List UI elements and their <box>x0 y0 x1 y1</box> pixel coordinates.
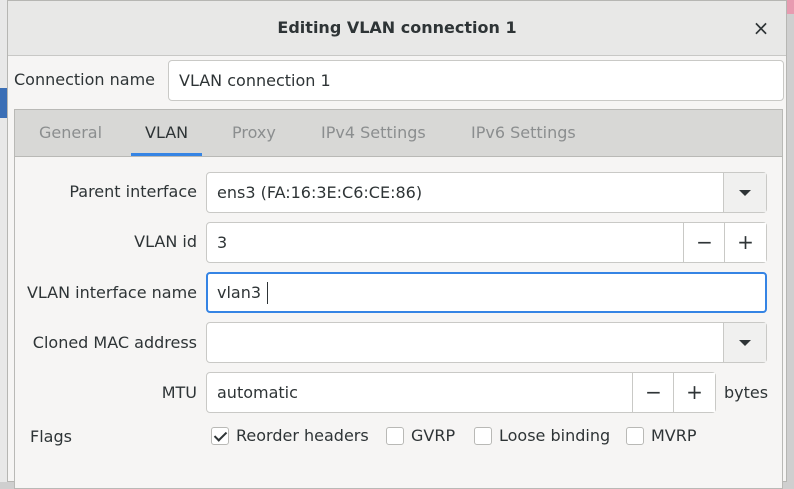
mtu-spinbutton[interactable]: automatic − + <box>206 372 716 413</box>
mtu-units-label: bytes <box>724 383 769 402</box>
vlan-interface-name-label: VLAN interface name <box>26 283 197 302</box>
tab-proxy[interactable]: Proxy <box>232 110 276 156</box>
plus-icon: + <box>737 230 754 254</box>
connection-name-label: Connection name <box>14 70 155 89</box>
edit-connection-dialog: Editing VLAN connection 1 × Connection n… <box>7 0 787 489</box>
vlan-id-value: 3 <box>217 233 228 252</box>
checkbox-unchecked-icon <box>626 427 644 445</box>
vlan-id-label: VLAN id <box>134 232 197 251</box>
gvrp-checkbox[interactable]: GVRP <box>386 426 466 448</box>
mtu-label: MTU <box>161 383 197 402</box>
checkbox-unchecked-icon <box>474 427 492 445</box>
gvrp-label: GVRP <box>411 426 456 445</box>
flags-label: Flags <box>30 427 72 446</box>
window-title: Editing VLAN connection 1 <box>277 18 517 37</box>
close-icon: × <box>752 16 770 40</box>
close-button[interactable]: × <box>748 15 774 41</box>
tab-general[interactable]: General <box>39 110 102 156</box>
connection-name-input[interactable] <box>168 60 784 101</box>
checkbox-unchecked-icon <box>386 427 404 445</box>
cloned-mac-label: Cloned MAC address <box>32 333 197 352</box>
text-cursor <box>267 282 268 304</box>
vlan-interface-name-input[interactable]: vlan3 <box>206 272 767 313</box>
mtu-increment-button[interactable]: + <box>673 373 715 412</box>
vlan-id-decrement-button[interactable]: − <box>683 223 725 262</box>
tab-vlan[interactable]: VLAN <box>130 110 203 156</box>
reorder-headers-label: Reorder headers <box>236 426 369 445</box>
mtu-decrement-button[interactable]: − <box>632 373 674 412</box>
parent-interface-combo[interactable]: ens3 (FA:16:3E:C6:CE:86) <box>206 172 767 213</box>
tab-ipv6-settings[interactable]: IPv6 Settings <box>471 110 576 156</box>
loose-binding-label: Loose binding <box>499 426 611 445</box>
loose-binding-checkbox[interactable]: Loose binding <box>474 426 612 448</box>
titlebar: Editing VLAN connection 1 × <box>8 1 786 56</box>
chevron-down-icon <box>739 340 751 346</box>
tab-bar: General VLAN Proxy IPv4 Settings IPv6 Se… <box>15 110 782 157</box>
mvrp-checkbox[interactable]: MVRP <box>626 426 706 448</box>
vlan-id-increment-button[interactable]: + <box>724 223 766 262</box>
parent-interface-dropdown-button[interactable] <box>723 173 766 212</box>
plus-icon: + <box>686 380 703 404</box>
mvrp-label: MVRP <box>651 426 697 445</box>
tab-ipv4-settings[interactable]: IPv4 Settings <box>321 110 426 156</box>
minus-icon: − <box>645 380 662 404</box>
cloned-mac-combo[interactable] <box>206 322 767 363</box>
vlan-id-spinbutton[interactable]: 3 − + <box>206 222 767 263</box>
reorder-headers-checkbox[interactable]: Reorder headers <box>211 426 376 448</box>
vlan-interface-name-value: vlan3 <box>217 283 262 302</box>
minus-icon: − <box>696 230 713 254</box>
mtu-value: automatic <box>217 383 298 402</box>
parent-interface-label: Parent interface <box>69 182 197 201</box>
checkbox-checked-icon <box>211 427 229 445</box>
cloned-mac-dropdown-button[interactable] <box>723 323 766 362</box>
background-selection <box>0 88 7 118</box>
parent-interface-value: ens3 (FA:16:3E:C6:CE:86) <box>217 183 423 202</box>
chevron-down-icon <box>739 190 751 196</box>
